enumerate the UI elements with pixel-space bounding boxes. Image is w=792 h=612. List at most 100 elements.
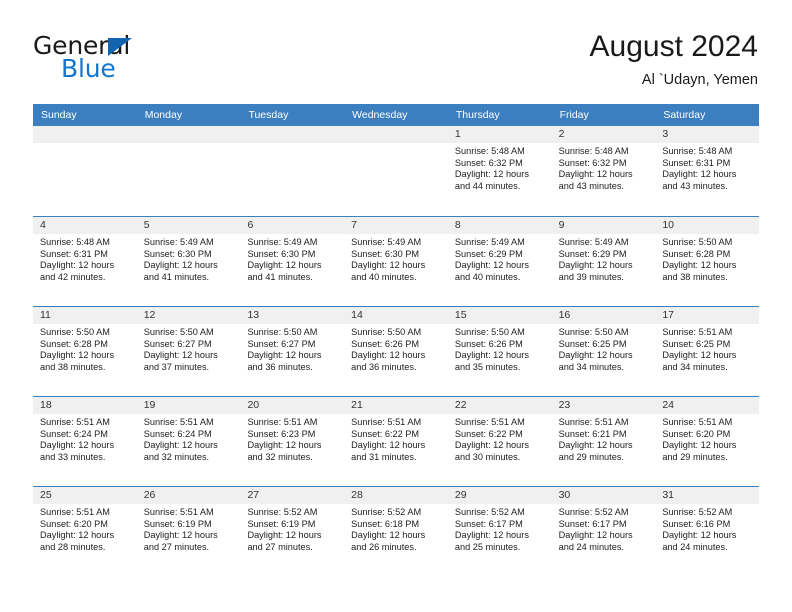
title-block: August 2024 Al `Udayn, Yemen xyxy=(590,28,758,90)
sunset-text: Sunset: 6:17 PM xyxy=(454,518,523,529)
sunset-text: Sunset: 6:29 PM xyxy=(454,248,523,259)
calendar-page: General Blue August 2024 Al `Udayn, Yeme… xyxy=(0,0,792,612)
day-number: 21 xyxy=(344,397,448,414)
daylight-text: Daylight: 12 hours and 38 minutes. xyxy=(662,260,737,282)
day-number: 20 xyxy=(240,397,345,414)
weekday-header-wednesday: Wednesday xyxy=(352,109,408,121)
day-number: 17 xyxy=(655,307,760,324)
day-cell[interactable]: 30 Sunrise: 5:52 AM Sunset: 6:17 PM Dayligh… xyxy=(551,487,656,576)
day-number: 12 xyxy=(136,307,241,324)
page-title: August 2024 xyxy=(589,30,758,63)
calendar-week-row: 25 Sunrise: 5:51 AM Sunset: 6:20 PM Dayligh… xyxy=(33,486,760,576)
daylight-text: Daylight: 12 hours and 44 minutes. xyxy=(454,169,529,191)
sunset-text: Sunset: 6:19 PM xyxy=(247,518,316,529)
sunrise-text: Sunrise: 5:51 AM xyxy=(143,417,214,427)
daylight-text: Daylight: 12 hours and 26 minutes. xyxy=(351,530,426,552)
day-cell[interactable]: 7 Sunrise: 5:49 AM Sunset: 6:30 PM Daylight… xyxy=(344,217,448,306)
day-details: Sunrise: 5:51 AM Sunset: 6:20 PM Daylight:… xyxy=(33,504,137,553)
weekday-header-saturday: Saturday xyxy=(663,109,706,121)
day-cell[interactable]: 26 Sunrise: 5:51 AM Sunset: 6:19 PM Dayligh… xyxy=(136,487,241,576)
sunset-text: Sunset: 6:25 PM xyxy=(558,338,627,349)
day-number: 26 xyxy=(136,487,241,504)
daylight-text: Daylight: 12 hours and 27 minutes. xyxy=(143,530,218,552)
day-cell[interactable]: 4 Sunrise: 5:48 AM Sunset: 6:31 PM Daylight… xyxy=(33,217,137,306)
calendar-week-row: 18 Sunrise: 5:51 AM Sunset: 6:24 PM Dayligh… xyxy=(33,396,760,486)
day-cell[interactable]: 3 Sunrise: 5:48 AM Sunset: 6:31 PM Daylight… xyxy=(655,126,760,216)
day-cell[interactable]: 19 Sunrise: 5:51 AM Sunset: 6:24 PM Dayligh… xyxy=(136,397,241,486)
day-cell[interactable]: 8 Sunrise: 5:49 AM Sunset: 6:29 PM Daylight… xyxy=(447,217,552,306)
day-cell[interactable]: 20 Sunrise: 5:51 AM Sunset: 6:23 PM Dayligh… xyxy=(240,397,345,486)
day-number: 18 xyxy=(33,397,137,414)
sunset-text: Sunset: 6:20 PM xyxy=(662,428,731,439)
day-details: Sunrise: 5:52 AM Sunset: 6:16 PM Daylight:… xyxy=(655,504,759,553)
day-number: 15 xyxy=(447,307,552,324)
sunrise-text: Sunrise: 5:51 AM xyxy=(40,507,110,517)
day-details: Sunrise: 5:50 AM Sunset: 6:28 PM Daylight:… xyxy=(655,234,759,283)
page-header: General Blue August 2024 Al `Udayn, Yeme… xyxy=(0,0,792,104)
day-number: 9 xyxy=(551,217,656,234)
day-cell[interactable]: 10 Sunrise: 5:50 AM Sunset: 6:28 PM Dayligh… xyxy=(655,217,760,306)
calendar-grid: Sunday Monday Tuesday Wednesday Thursday Frid… xyxy=(33,104,760,576)
day-cell[interactable]: 17 Sunrise: 5:51 AM Sunset: 6:25 PM Dayligh… xyxy=(655,307,760,396)
sunrise-text: Sunrise: 5:52 AM xyxy=(558,507,629,517)
day-cell[interactable]: 6 Sunrise: 5:49 AM Sunset: 6:30 PM Daylight… xyxy=(240,217,345,306)
day-details: Sunrise: 5:51 AM Sunset: 6:21 PM Daylight:… xyxy=(552,414,656,463)
day-cell[interactable]: 1 Sunrise: 5:48 AM Sunset: 6:32 PM Daylight… xyxy=(447,126,552,216)
day-cell[interactable]: 29 Sunrise: 5:52 AM Sunset: 6:17 PM Dayligh… xyxy=(447,487,552,576)
day-cell[interactable]: 27 Sunrise: 5:52 AM Sunset: 6:19 PM Dayligh… xyxy=(240,487,345,576)
day-details: Sunrise: 5:52 AM Sunset: 6:17 PM Daylight:… xyxy=(552,504,656,553)
sunrise-text: Sunrise: 5:48 AM xyxy=(454,146,525,156)
day-cell[interactable]: 14 Sunrise: 5:50 AM Sunset: 6:26 PM Dayligh… xyxy=(344,307,448,396)
day-details: Sunrise: 5:51 AM Sunset: 6:20 PM Daylight:… xyxy=(655,414,759,463)
day-cell[interactable]: 24 Sunrise: 5:51 AM Sunset: 6:20 PM Dayligh… xyxy=(655,397,760,486)
day-cell[interactable]: 13 Sunrise: 5:50 AM Sunset: 6:27 PM Dayligh… xyxy=(240,307,345,396)
day-cell[interactable]: 15 Sunrise: 5:50 AM Sunset: 6:26 PM Dayligh… xyxy=(447,307,552,396)
day-details: Sunrise: 5:50 AM Sunset: 6:27 PM Daylight:… xyxy=(240,324,344,373)
sunrise-text: Sunrise: 5:52 AM xyxy=(454,507,525,517)
day-details: Sunrise: 5:48 AM Sunset: 6:31 PM Daylight:… xyxy=(33,234,137,283)
day-cell[interactable]: 11 Sunrise: 5:50 AM Sunset: 6:28 PM Dayligh… xyxy=(33,307,137,396)
sunset-text: Sunset: 6:31 PM xyxy=(40,248,108,259)
daylight-text: Daylight: 12 hours and 31 minutes. xyxy=(351,440,426,462)
page-subtitle: Al `Udayn, Yemen xyxy=(641,72,758,88)
day-details: Sunrise: 5:51 AM Sunset: 6:25 PM Daylight:… xyxy=(655,324,759,373)
day-cell[interactable]: 12 Sunrise: 5:50 AM Sunset: 6:27 PM Dayligh… xyxy=(136,307,241,396)
weekday-header-tuesday: Tuesday xyxy=(248,109,289,121)
sunrise-text: Sunrise: 5:50 AM xyxy=(454,327,525,337)
day-cell-empty xyxy=(136,126,241,216)
day-number: 31 xyxy=(655,487,760,504)
generalblue-logo[interactable]: General Blue xyxy=(33,33,273,89)
day-cell[interactable]: 23 Sunrise: 5:51 AM Sunset: 6:21 PM Dayligh… xyxy=(551,397,656,486)
sunset-text: Sunset: 6:24 PM xyxy=(143,428,212,439)
sunset-text: Sunset: 6:19 PM xyxy=(143,518,212,529)
day-cell[interactable]: 28 Sunrise: 5:52 AM Sunset: 6:18 PM Dayligh… xyxy=(344,487,448,576)
day-number xyxy=(136,126,241,143)
day-cell[interactable]: 5 Sunrise: 5:49 AM Sunset: 6:30 PM Daylight… xyxy=(136,217,241,306)
day-cell[interactable]: 18 Sunrise: 5:51 AM Sunset: 6:24 PM Dayligh… xyxy=(33,397,137,486)
sunrise-text: Sunrise: 5:51 AM xyxy=(662,327,733,337)
day-details: Sunrise: 5:50 AM Sunset: 6:26 PM Daylight:… xyxy=(448,324,552,373)
daylight-text: Daylight: 12 hours and 29 minutes. xyxy=(558,440,633,462)
sunset-text: Sunset: 6:27 PM xyxy=(143,338,212,349)
sunset-text: Sunset: 6:17 PM xyxy=(558,518,627,529)
daylight-text: Daylight: 12 hours and 40 minutes. xyxy=(454,260,529,282)
day-cell[interactable]: 21 Sunrise: 5:51 AM Sunset: 6:22 PM Dayligh… xyxy=(344,397,448,486)
sunrise-text: Sunrise: 5:51 AM xyxy=(247,417,318,427)
day-details: Sunrise: 5:51 AM Sunset: 6:24 PM Daylight:… xyxy=(137,414,241,463)
sunrise-text: Sunrise: 5:52 AM xyxy=(662,507,733,517)
day-details: Sunrise: 5:51 AM Sunset: 6:22 PM Daylight:… xyxy=(344,414,448,463)
day-cell-empty xyxy=(33,126,137,216)
daylight-text: Daylight: 12 hours and 42 minutes. xyxy=(40,260,115,282)
sunset-text: Sunset: 6:22 PM xyxy=(454,428,523,439)
day-number xyxy=(33,126,137,143)
day-cell[interactable]: 9 Sunrise: 5:49 AM Sunset: 6:29 PM Daylight… xyxy=(551,217,656,306)
day-cell[interactable]: 31 Sunrise: 5:52 AM Sunset: 6:16 PM Dayligh… xyxy=(655,487,760,576)
weekday-header-monday: Monday xyxy=(144,109,183,121)
day-number: 29 xyxy=(447,487,552,504)
day-cell[interactable]: 2 Sunrise: 5:48 AM Sunset: 6:32 PM Daylight… xyxy=(551,126,656,216)
day-cell[interactable]: 25 Sunrise: 5:51 AM Sunset: 6:20 PM Dayligh… xyxy=(33,487,137,576)
day-cell[interactable]: 16 Sunrise: 5:50 AM Sunset: 6:25 PM Dayligh… xyxy=(551,307,656,396)
day-cell[interactable]: 22 Sunrise: 5:51 AM Sunset: 6:22 PM Dayligh… xyxy=(447,397,552,486)
sunset-text: Sunset: 6:32 PM xyxy=(454,157,523,168)
logo-text-blue: Blue xyxy=(61,54,116,83)
